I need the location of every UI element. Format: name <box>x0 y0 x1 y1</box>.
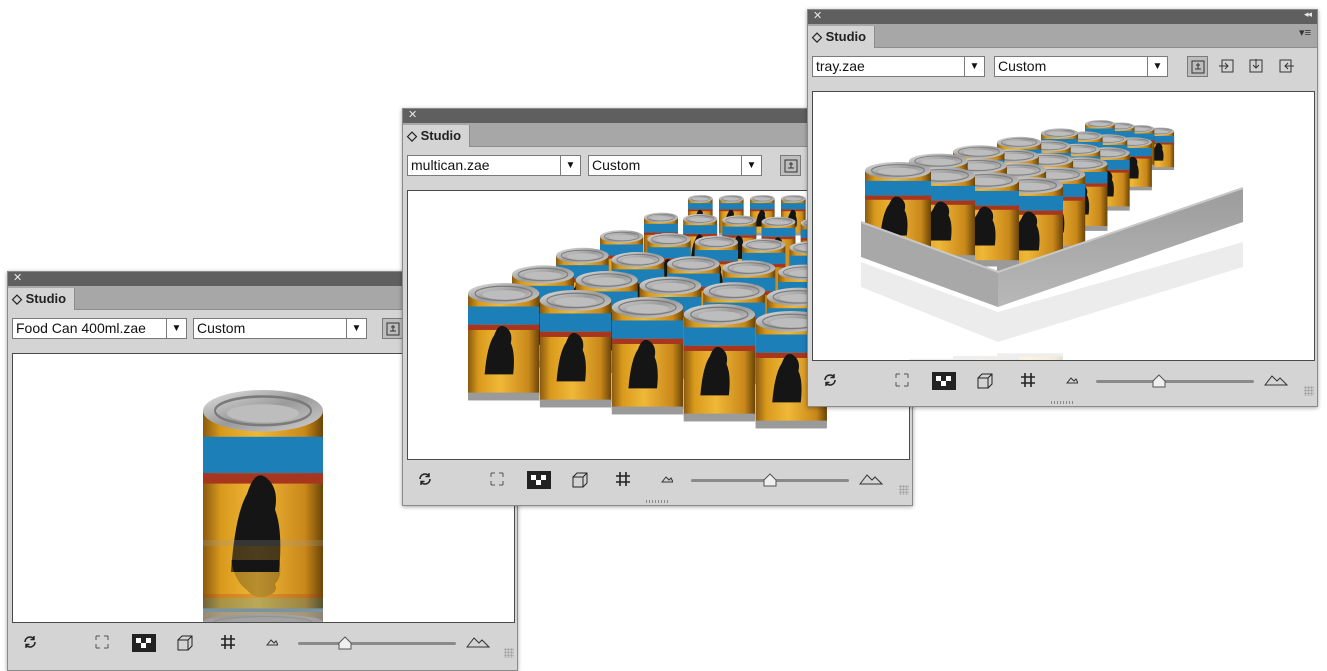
viewer-toolbar <box>8 626 517 660</box>
grid-icon[interactable] <box>220 634 236 650</box>
resize-grip[interactable] <box>504 648 514 658</box>
studio-panel-tray: ✕ ◂◂ ◇ Studio ▾≡ tray.zae ▼ Custom ▼ <box>807 9 1318 407</box>
preset-value: Custom <box>592 157 641 173</box>
can-model <box>683 303 756 423</box>
bounding-box-icon[interactable] <box>571 471 589 489</box>
triangle-down-icon: ▼ <box>1147 57 1167 76</box>
model-file-select[interactable]: tray.zae ▼ <box>812 56 985 77</box>
triangle-down-icon: ▼ <box>166 319 186 338</box>
preset-value: Custom <box>197 320 246 336</box>
can-grid <box>467 194 837 430</box>
preset-select[interactable]: Custom ▼ <box>193 318 367 339</box>
tab-strip: ◇ Studio ▾≡ <box>808 24 1317 48</box>
triangle-down-icon: ▼ <box>741 156 761 175</box>
zoom-in-mountain-icon[interactable] <box>1264 374 1288 386</box>
view-mode-button[interactable] <box>780 155 801 176</box>
can-model <box>611 296 684 416</box>
view-mode-button[interactable] <box>382 318 403 339</box>
bounding-box-icon[interactable] <box>976 372 994 390</box>
model-file-select[interactable]: Food Can 400ml.zae ▼ <box>12 318 187 339</box>
place-down-button[interactable] <box>1246 56 1267 77</box>
tab-label: Studio <box>825 29 867 44</box>
model-file-value: multican.zae <box>411 157 490 173</box>
grid-icon[interactable] <box>615 471 631 487</box>
fit-view-icon[interactable] <box>94 634 110 650</box>
background-checker-icon[interactable] <box>932 372 956 390</box>
reset-rotate-icon[interactable] <box>417 471 433 487</box>
panel-menu-icon[interactable]: ▾≡ <box>1299 26 1311 39</box>
bounding-box-icon[interactable] <box>176 634 194 652</box>
model-file-value: tray.zae <box>816 58 865 74</box>
preset-select[interactable]: Custom ▼ <box>588 155 762 176</box>
preset-value: Custom <box>998 58 1047 74</box>
triangle-down-icon: ▼ <box>964 57 984 76</box>
tab-label: Studio <box>420 128 462 143</box>
zoom-in-mountain-icon[interactable] <box>859 473 883 485</box>
zoom-out-mountain-icon[interactable] <box>661 475 673 483</box>
updown-chevron-icon: ◇ <box>407 128 417 143</box>
zoom-out-mountain-icon[interactable] <box>1066 376 1078 384</box>
zoom-slider-thumb[interactable] <box>338 636 352 650</box>
reset-rotate-icon[interactable] <box>22 634 38 650</box>
zoom-out-mountain-icon[interactable] <box>266 638 278 646</box>
grid-icon[interactable] <box>1020 372 1036 388</box>
tab-label: Studio <box>25 291 67 306</box>
model-file-value: Food Can 400ml.zae <box>16 320 146 336</box>
zoom-slider-thumb[interactable] <box>1152 374 1166 388</box>
viewer-toolbar <box>403 463 912 497</box>
zoom-slider[interactable] <box>1096 380 1254 383</box>
panel-drag-handle[interactable] <box>403 498 912 505</box>
zoom-slider[interactable] <box>298 642 456 645</box>
place-right-button[interactable] <box>1276 56 1297 77</box>
cans-reflection <box>908 352 1064 360</box>
can-model <box>908 358 976 360</box>
3d-viewport[interactable] <box>812 91 1315 361</box>
view-3d-icon <box>386 322 400 336</box>
resize-grip[interactable] <box>1304 386 1314 396</box>
can-model <box>539 289 612 409</box>
tab-studio[interactable]: ◇ Studio <box>403 125 471 147</box>
tab-studio[interactable]: ◇ Studio <box>8 288 76 310</box>
reset-rotate-icon[interactable] <box>822 372 838 388</box>
collapse-double-arrow-icon[interactable]: ◂◂ <box>1304 9 1312 20</box>
close-icon[interactable]: ✕ <box>13 271 22 284</box>
place-right-icon <box>1279 59 1294 73</box>
tab-studio[interactable]: ◇ Studio <box>808 26 876 48</box>
background-checker-icon[interactable] <box>132 634 156 652</box>
updown-chevron-icon: ◇ <box>812 29 822 44</box>
view-3d-icon <box>784 159 798 173</box>
close-icon[interactable]: ✕ <box>813 9 822 22</box>
zoom-in-mountain-icon[interactable] <box>466 636 490 648</box>
background-checker-icon[interactable] <box>527 471 551 489</box>
zoom-slider-thumb[interactable] <box>763 473 777 487</box>
resize-grip[interactable] <box>899 485 909 495</box>
model-file-select[interactable]: multican.zae ▼ <box>407 155 581 176</box>
place-left-icon <box>1219 59 1234 73</box>
place-left-button[interactable] <box>1216 56 1237 77</box>
tray-render <box>860 119 1244 360</box>
can-model <box>467 282 540 402</box>
viewer-toolbar <box>808 364 1317 398</box>
panel-drag-handle[interactable] <box>808 399 1317 406</box>
triangle-down-icon: ▼ <box>346 319 366 338</box>
fit-view-icon[interactable] <box>489 471 505 487</box>
close-icon[interactable]: ✕ <box>408 108 417 121</box>
view-3d-icon <box>1191 60 1205 74</box>
updown-chevron-icon: ◇ <box>12 291 22 306</box>
triangle-down-icon: ▼ <box>560 156 580 175</box>
preset-select[interactable]: Custom ▼ <box>994 56 1168 77</box>
fit-view-icon[interactable] <box>894 372 910 388</box>
view-mode-button[interactable] <box>1187 56 1208 77</box>
place-down-icon <box>1249 59 1263 73</box>
can-reflection <box>202 539 324 622</box>
panel-titlebar[interactable]: ✕ ◂◂ <box>808 9 1317 24</box>
